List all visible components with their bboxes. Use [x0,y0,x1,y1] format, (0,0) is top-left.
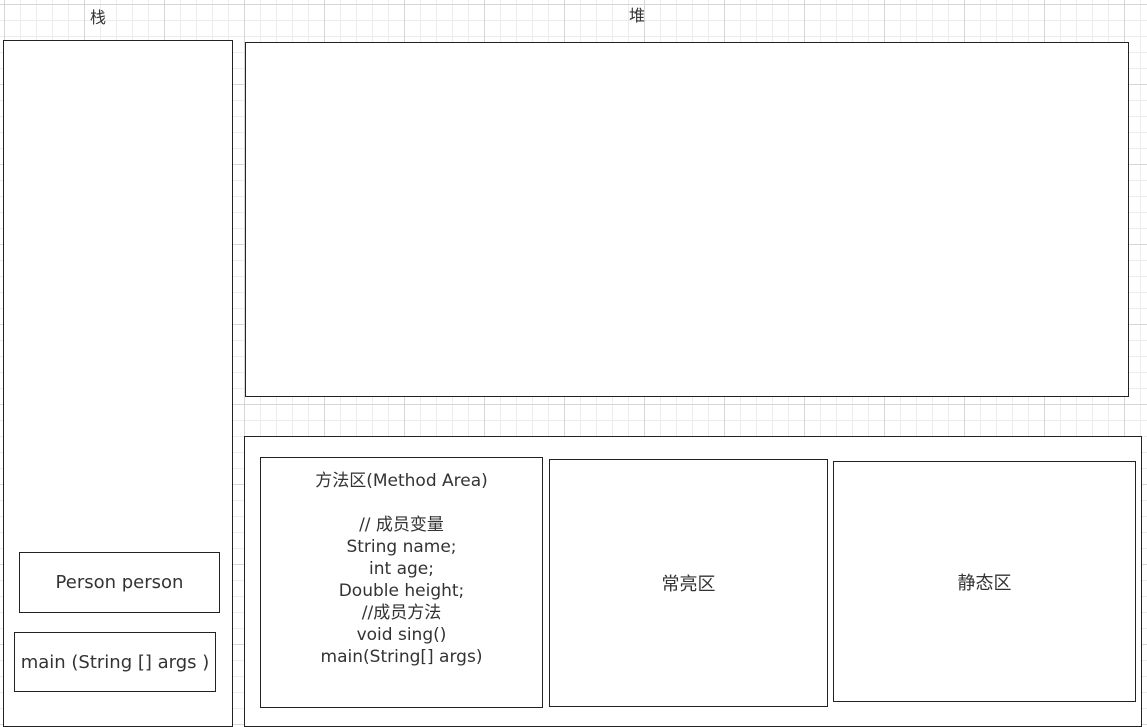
static-area-label: 静态区 [957,572,1012,594]
method-area-line: Double height; [338,581,465,601]
method-area-line: void sing() [356,625,447,645]
constant-area-label: 常亮区 [661,574,716,595]
constant-area-box[interactable]: 常亮区 [549,459,828,707]
method-area-title: 方法区(Method Area) [315,471,488,491]
stack-frame-person[interactable]: Person person [19,552,220,613]
stack-frame-main[interactable]: main (String [] args ) [14,632,216,692]
method-area-box[interactable]: 方法区(Method Area) // 成员变量 String name; in… [260,457,543,708]
method-area-line: //成员方法 [361,603,442,623]
stack-frame-main-label: main (String [] args ) [20,651,210,673]
method-area-line: int age; [369,559,434,579]
method-area-line: String name; [346,537,457,557]
stack-title: 栈 [89,8,106,27]
method-area-line: main(String[] args) [320,647,483,667]
method-area-line: // 成员变量 [359,515,444,535]
method-area-content: 方法区(Method Area) // 成员变量 String name; in… [261,470,542,668]
stack-box[interactable] [3,40,233,727]
heap-title: 堆 [628,6,645,25]
static-area-box[interactable]: 静态区 [833,461,1136,702]
stack-frame-person-label: Person person [55,572,184,593]
heap-box[interactable] [245,42,1129,397]
